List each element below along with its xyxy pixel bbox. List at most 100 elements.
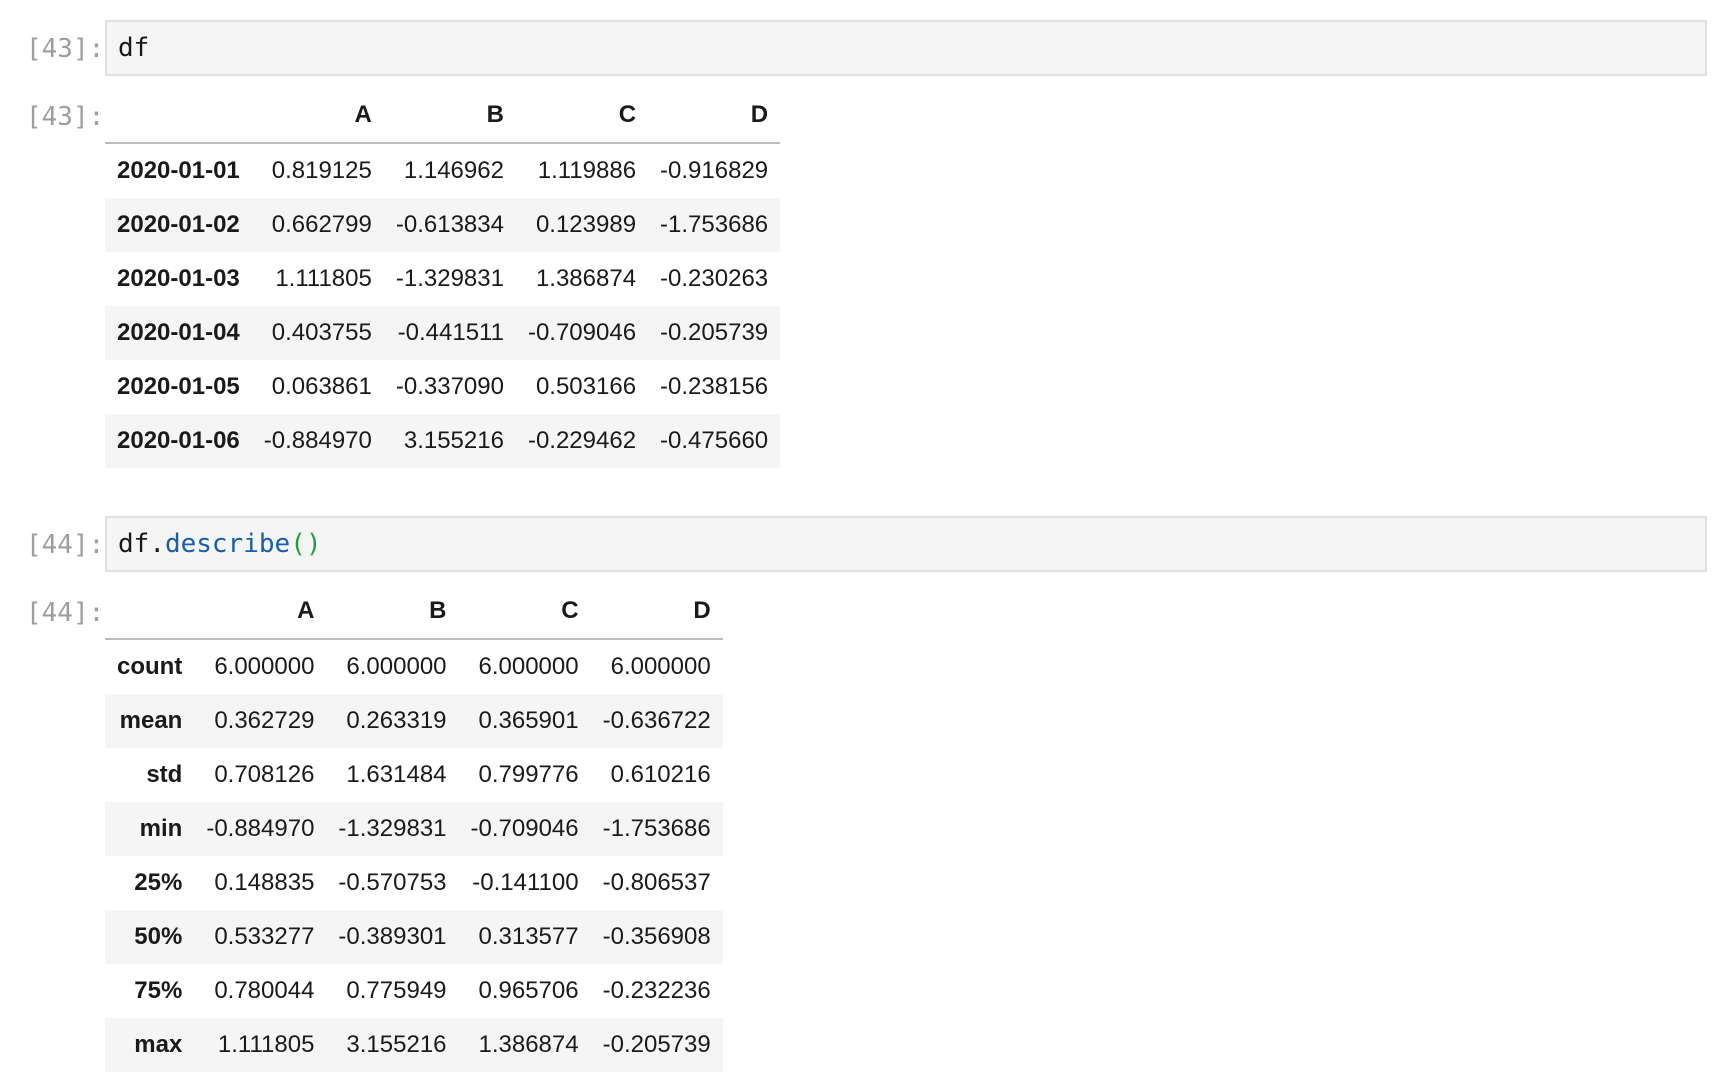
table-row: 2020-01-01 0.819125 1.146962 1.119886 -0.916… xyxy=(105,143,781,198)
table-cell: -0.709046 xyxy=(470,815,579,842)
table-cell: -1.753686 xyxy=(602,815,711,842)
table-cell: -0.232236 xyxy=(602,977,711,1004)
table-cell: 1.146962 xyxy=(403,157,504,184)
table-cell: 0.313577 xyxy=(478,923,579,950)
index-header xyxy=(105,88,252,144)
table-row: 2020-01-02 0.662799 -0.613834 0.123989 -1.75… xyxy=(105,198,781,252)
column-header: D xyxy=(590,584,723,640)
table-cell: 0.362729 xyxy=(214,707,315,734)
input-prompt: [44]: xyxy=(26,530,105,560)
table-row: 75% 0.780044 0.775949 0.965706 -0.232236 xyxy=(105,964,723,1018)
table-row: 25% 0.148835 -0.570753 -0.141100 -0.806537 xyxy=(105,856,723,910)
code-token-parens: () xyxy=(290,529,322,559)
table-cell: 0.148835 xyxy=(214,869,315,896)
table-row: 2020-01-06 -0.884970 3.155216 -0.229462 -0.4… xyxy=(105,414,781,468)
table-cell: -1.753686 xyxy=(660,211,769,238)
table-row: 50% 0.533277 -0.389301 0.313577 -0.356908 xyxy=(105,910,723,964)
table-cell: 0.533277 xyxy=(214,923,315,950)
table-cell: 0.403755 xyxy=(271,319,372,346)
table-cell: 0.799776 xyxy=(478,761,579,788)
row-index: 2020-01-02 xyxy=(117,211,240,238)
column-header: A xyxy=(251,88,384,144)
row-index: max xyxy=(134,1031,183,1058)
table-cell: -1.329831 xyxy=(395,265,504,292)
table-cell: 6.000000 xyxy=(478,653,579,680)
table-cell: -0.337090 xyxy=(395,373,504,400)
table-cell: 0.263319 xyxy=(346,707,447,734)
row-index: min xyxy=(139,815,183,842)
table-cell: -0.613834 xyxy=(395,211,504,238)
table-cell: -0.884970 xyxy=(263,427,372,454)
column-header: D xyxy=(648,88,781,144)
output-prompt: [44]: xyxy=(26,598,105,628)
table-cell: 0.662799 xyxy=(271,211,372,238)
table-cell: -0.356908 xyxy=(602,923,711,950)
index-header xyxy=(105,584,195,640)
table-cell: 0.965706 xyxy=(478,977,579,1004)
table-cell: 1.631484 xyxy=(346,761,447,788)
row-index: 2020-01-01 xyxy=(117,157,240,184)
table-cell: 0.780044 xyxy=(214,977,315,1004)
code-cell-input[interactable]: df.describe() xyxy=(105,516,1707,572)
code-token-name: df xyxy=(118,529,150,559)
table-cell: 0.819125 xyxy=(271,157,372,184)
code-token-dot: . xyxy=(149,529,165,559)
row-index: 50% xyxy=(134,923,183,950)
column-header: B xyxy=(383,88,516,144)
table-cell: 6.000000 xyxy=(346,653,447,680)
table-row: 2020-01-03 1.111805 -1.329831 1.386874 -0.23… xyxy=(105,252,781,306)
row-index: 25% xyxy=(134,869,183,896)
code-cell-input[interactable]: df xyxy=(105,20,1707,76)
table-cell: 0.365901 xyxy=(478,707,579,734)
table-cell: 1.111805 xyxy=(217,1031,315,1058)
column-header: B xyxy=(326,584,459,640)
row-index: count xyxy=(117,653,183,680)
table-cell: 3.155216 xyxy=(346,1031,447,1058)
row-index: std xyxy=(146,761,183,788)
column-header: C xyxy=(458,584,591,640)
row-index: 2020-01-05 xyxy=(117,373,240,400)
table-cell: -0.475660 xyxy=(660,427,769,454)
table-cell: 6.000000 xyxy=(610,653,711,680)
column-header: C xyxy=(515,88,649,144)
table-cell: -0.884970 xyxy=(206,815,315,842)
table-row: mean 0.362729 0.263319 0.365901 -0.636722 xyxy=(105,694,723,748)
table-cell: -0.205739 xyxy=(660,319,769,346)
notebook: [43]: df [43]: A B C D 2020-01-01 0.819125 1.1… xyxy=(0,0,1726,1078)
row-index: 2020-01-06 xyxy=(117,427,240,454)
table-row: max 1.111805 3.155216 1.386874 -0.205739 xyxy=(105,1018,723,1072)
table-cell: -0.389301 xyxy=(338,923,447,950)
row-index: 2020-01-04 xyxy=(117,319,240,346)
table-cell: -0.205739 xyxy=(602,1031,711,1058)
dataframe-table: A B C D 2020-01-01 0.819125 1.146962 1.119886 -0… xyxy=(105,88,781,468)
table-cell: -0.141100 xyxy=(472,869,579,896)
table-cell: 6.000000 xyxy=(214,653,315,680)
row-index: mean xyxy=(119,707,183,734)
column-header: A xyxy=(194,584,327,640)
table-cell: 1.386874 xyxy=(478,1031,579,1058)
table-cell: 1.119886 xyxy=(537,157,637,184)
table-cell: 1.111805 xyxy=(275,265,372,292)
table-cell: 0.063861 xyxy=(271,373,372,400)
table-cell: 1.386874 xyxy=(535,265,637,292)
output-prompt: [43]: xyxy=(26,102,105,132)
code-token-function: describe xyxy=(164,529,291,559)
describe-table: A B C Dcount 6.000000 6.000000 6.000000 6.00000… xyxy=(105,584,723,1072)
table-cell: -0.441511 xyxy=(397,319,504,346)
table-cell: -1.329831 xyxy=(338,815,447,842)
table-cell: 0.708126 xyxy=(214,761,315,788)
table-cell: -0.636722 xyxy=(602,707,711,734)
table-cell: 0.503166 xyxy=(535,373,637,400)
input-prompt: [43]: xyxy=(26,34,105,64)
table-row: count 6.000000 6.000000 6.000000 6.000000 xyxy=(105,639,723,694)
row-index: 2020-01-03 xyxy=(117,265,240,292)
table-row: min -0.884970 -1.329831 -0.709046 -1.753686 xyxy=(105,802,723,856)
table-cell: 0.610216 xyxy=(610,761,711,788)
table-cell: -0.916829 xyxy=(660,157,769,184)
table-cell: 3.155216 xyxy=(403,427,504,454)
table-cell: -0.806537 xyxy=(602,869,711,896)
table-cell: -0.230263 xyxy=(660,265,769,292)
table-header-row: ABCD xyxy=(105,584,723,640)
table-cell: 0.123989 xyxy=(535,211,637,238)
table-cell: -0.709046 xyxy=(527,319,637,346)
